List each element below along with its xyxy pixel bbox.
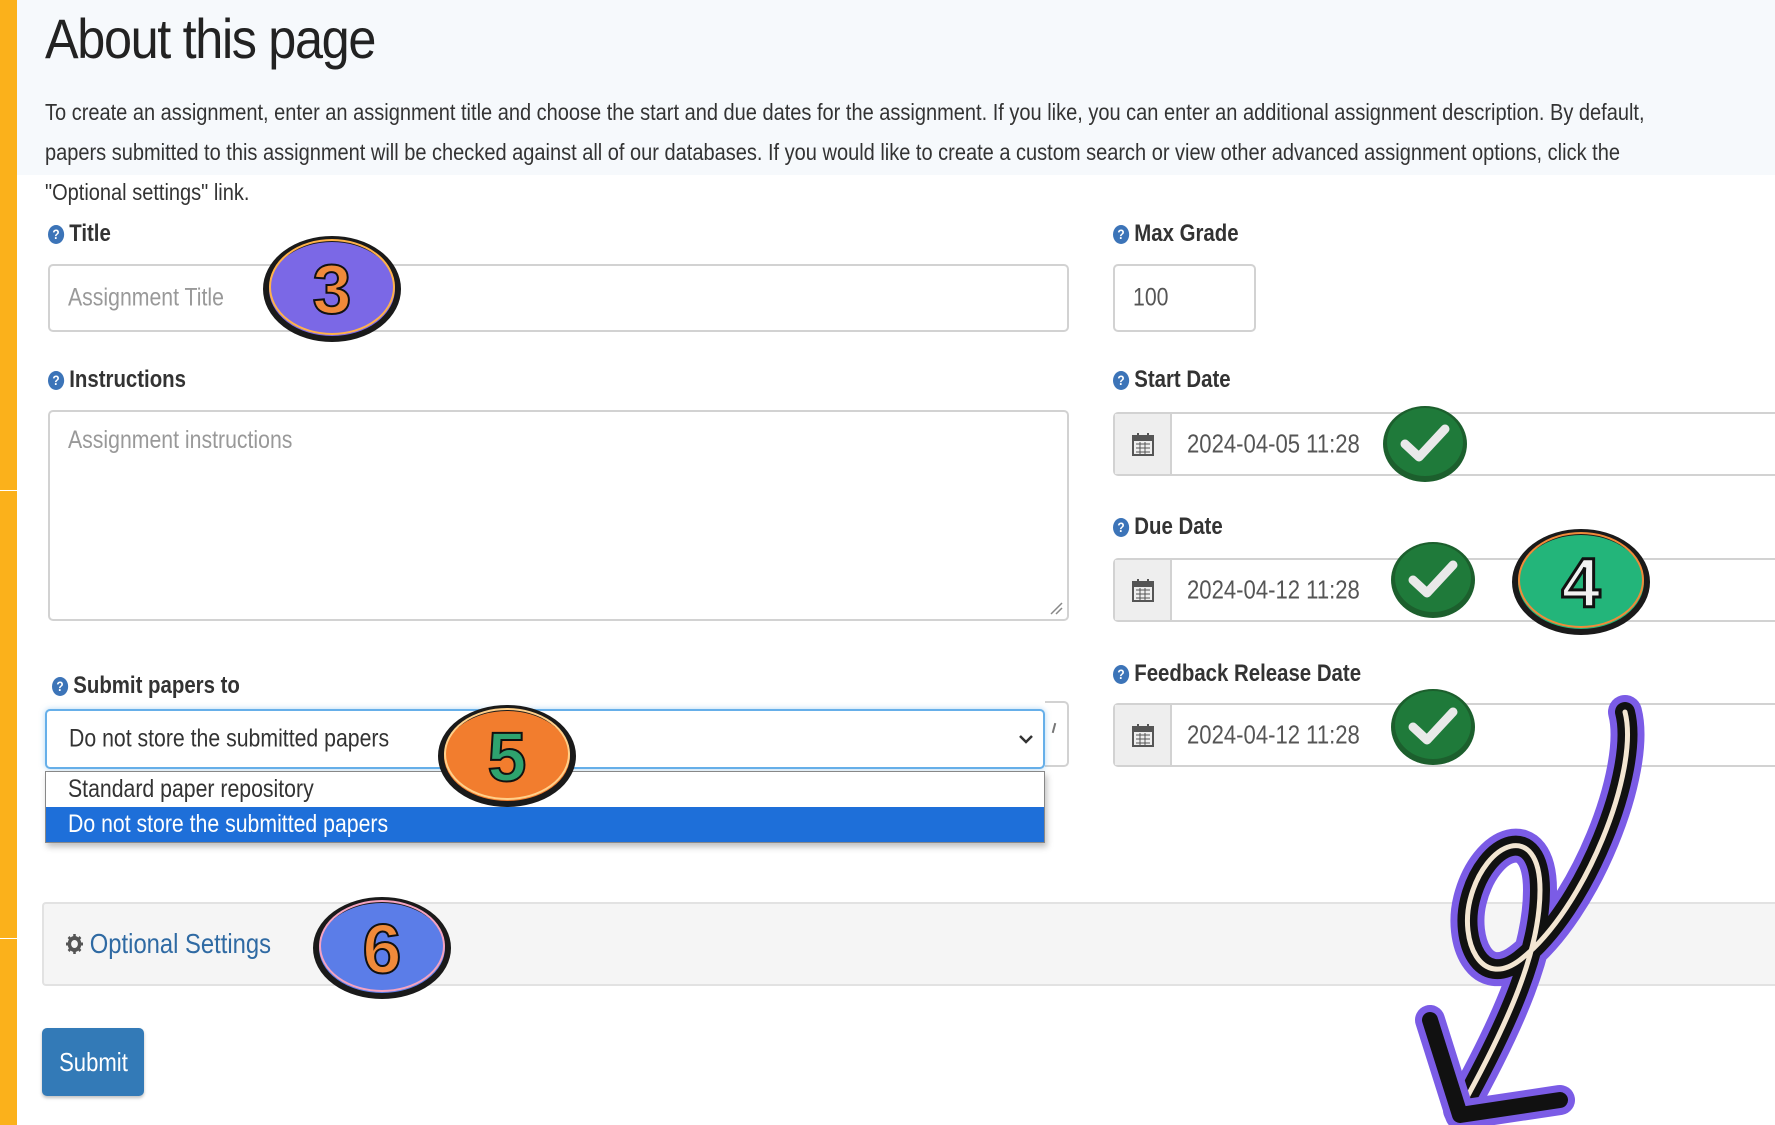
svg-text:4: 4	[1562, 544, 1601, 622]
instructions-placeholder: Assignment instructions	[68, 426, 293, 454]
annotation-badge-4: 4	[1512, 529, 1650, 635]
title-label: ? Title	[48, 220, 111, 248]
chevron-down-icon	[1019, 735, 1033, 744]
help-icon[interactable]: ?	[1113, 370, 1130, 390]
help-icon[interactable]: ?	[1113, 224, 1130, 244]
max-grade-input[interactable]: 100	[1113, 264, 1256, 332]
svg-text:6: 6	[363, 910, 402, 988]
max-grade-label: ? Max Grade	[1113, 220, 1239, 248]
calendar-icon[interactable]	[1115, 560, 1172, 620]
instructions-label: ? Instructions	[48, 366, 186, 394]
left-accent-bar	[0, 0, 17, 1125]
annotation-badge-3: 3	[263, 236, 401, 342]
dropdown-option-selected[interactable]: Do not store the submitted papers	[46, 807, 1044, 842]
gear-icon	[66, 934, 83, 954]
submit-to-selected: Do not store the submitted papers	[69, 724, 390, 753]
submit-to-label-text: Submit papers to	[73, 672, 240, 699]
optional-settings-link[interactable]: Optional Settings	[90, 928, 271, 960]
help-icon[interactable]: ?	[52, 676, 69, 696]
svg-text:3: 3	[313, 250, 352, 328]
select-border-stub	[1045, 701, 1069, 767]
annotation-badge-5: 5	[438, 705, 576, 807]
title-placeholder: Assignment Title	[68, 283, 224, 312]
feedback-date-label-text: Feedback Release Date	[1134, 660, 1362, 687]
resize-handle-icon[interactable]	[1049, 601, 1063, 615]
instructions-label-text: Instructions	[69, 366, 186, 393]
arrow-icon	[1415, 695, 1645, 1125]
calendar-icon[interactable]	[1115, 414, 1172, 474]
title-label-text: Title	[69, 220, 111, 247]
annotation-badge-6: 6	[313, 897, 451, 999]
feedback-date-label: ? Feedback Release Date	[1113, 660, 1361, 688]
due-date-label: ? Due Date	[1113, 513, 1223, 541]
start-date-value: 2024-04-05 11:28	[1187, 428, 1360, 459]
instructions-textarea[interactable]: Assignment instructions	[48, 410, 1069, 621]
start-date-label-text: Start Date	[1134, 366, 1231, 393]
help-icon[interactable]: ?	[48, 370, 65, 390]
checkmark-icon	[1391, 542, 1475, 618]
svg-text:5: 5	[488, 718, 527, 796]
feedback-date-value: 2024-04-12 11:28	[1187, 719, 1360, 750]
max-grade-label-text: Max Grade	[1134, 220, 1239, 247]
max-grade-value: 100	[1133, 283, 1169, 312]
help-icon[interactable]: ?	[48, 224, 65, 244]
start-date-label: ? Start Date	[1113, 366, 1231, 394]
due-date-label-text: Due Date	[1134, 513, 1223, 540]
due-date-value: 2024-04-12 11:28	[1187, 574, 1360, 605]
submit-to-label: ? Submit papers to	[52, 672, 240, 700]
calendar-icon[interactable]	[1115, 705, 1172, 765]
help-icon[interactable]: ?	[1113, 517, 1130, 537]
page-title: About this page	[45, 7, 376, 70]
title-input[interactable]: Assignment Title	[48, 264, 1069, 332]
help-icon[interactable]: ?	[1113, 664, 1130, 684]
checkmark-icon	[1383, 406, 1467, 482]
submit-button[interactable]: Submit	[42, 1028, 144, 1096]
intro-text: To create an assignment, enter an assign…	[45, 99, 1645, 205]
